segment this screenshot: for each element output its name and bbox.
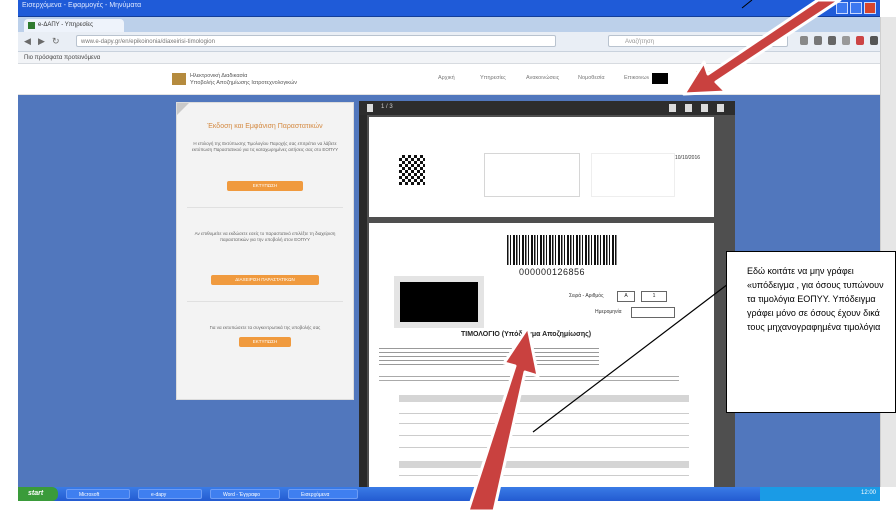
taskbar-item[interactable]: Word - Έγγραφο [210, 489, 280, 499]
pdf-page-1: 10/10/2016 [369, 117, 714, 217]
pdf-page-2: 000000126856 Σειρά - Αριθμός Α 1 Ημερομη… [369, 223, 714, 487]
card-text-2: Αν επιθυμείτε να εκδώσετε εσείς το παρασ… [194, 231, 336, 242]
nav-item-legislation[interactable]: Νομοθεσία [578, 75, 605, 81]
recipient-block [379, 373, 679, 383]
minimize-button[interactable] [836, 2, 848, 14]
table-row [399, 435, 689, 436]
sidebar-toggle-icon[interactable] [367, 104, 373, 112]
bookmark-star-icon[interactable] [800, 36, 808, 45]
home-icon[interactable] [828, 36, 836, 45]
barcode-number: 000000126856 [519, 267, 586, 277]
taskbar: start Microsoft e-dapy Word - Έγγραφο Ει… [18, 487, 880, 501]
taskbar-item[interactable]: Microsoft [66, 489, 130, 499]
callout-text: Εδώ κοιτάτε να μην γράφει «υπόδειγμα , γ… [747, 266, 884, 332]
start-button[interactable]: start [18, 487, 58, 501]
menu-icon[interactable] [870, 36, 878, 45]
redaction-box [394, 276, 484, 328]
browser-toolbar: ◀ ▶ ↻ www.e-dapy.gr/en/epikoinonia/diaxe… [18, 32, 880, 52]
issuer-block [379, 345, 599, 365]
manage-invoices-button[interactable]: ΔΙΑΧΕΙΡΙΣΗ ΠΑΡΑΣΤΑΤΙΚΩΝ [211, 275, 319, 285]
site-logo-icon[interactable] [172, 73, 186, 85]
invoice-actions-card: Έκδοση και Εμφάνιση Παραστατικών Η επιλο… [176, 102, 354, 400]
back-icon[interactable]: ◀ [24, 37, 31, 46]
pdf-download-icon[interactable] [685, 104, 692, 112]
site-header: Ηλεκτρονική Διαδικασία Υποβολής Αποζημίω… [18, 65, 880, 95]
signature-box [591, 153, 675, 197]
table-header [399, 395, 689, 402]
nav-item-contact[interactable]: Επικοινωνία [624, 75, 654, 81]
browser-tab[interactable]: e-ΔΑΠΥ - Υπηρεσίες [24, 19, 124, 32]
number-field: 1 [641, 291, 667, 302]
forward-icon[interactable]: ▶ [38, 37, 45, 46]
table-row [399, 447, 689, 448]
address-bar[interactable]: www.e-dapy.gr/en/epikoinonia/diaxeirisi-… [76, 35, 556, 47]
close-button[interactable] [864, 2, 876, 14]
taskbar-item[interactable]: Εισερχόμενα [288, 489, 358, 499]
series-field: Α [617, 291, 635, 302]
table-row [399, 475, 689, 476]
system-tray: 12:00 [760, 487, 880, 501]
stamp-box [484, 153, 580, 197]
pdf-bookmark-icon[interactable] [701, 104, 708, 112]
date-label: Ημερομηνία [595, 309, 622, 315]
maximize-button[interactable] [850, 2, 862, 14]
card-fold [177, 103, 189, 115]
clock: 12:00 [860, 490, 876, 496]
user-menu-button[interactable] [696, 71, 718, 87]
card-divider [187, 301, 343, 302]
favicon-icon [28, 22, 35, 29]
card-text-1: Η επιλογή της Εκτύπωσης Τιμολογίου Παροχ… [191, 141, 339, 152]
nav-item-services[interactable]: Υπηρεσίες [480, 75, 506, 81]
tab-title: e-ΔΑΠΥ - Υπηρεσίες [38, 22, 93, 28]
pdf-sidebar [359, 115, 367, 487]
table-header [399, 461, 689, 468]
extension-icon[interactable] [842, 36, 850, 45]
nav-item-home[interactable]: Αρχική [438, 75, 455, 81]
card-divider [187, 207, 343, 208]
bookmarks-bar[interactable]: Πιο πρόσφατα προτεινόμενα [18, 52, 880, 64]
barcode [507, 235, 617, 265]
logo-line-1: Ηλεκτρονική Διαδικασία [190, 73, 248, 79]
print-summary-button[interactable]: ΕΚΤΥΠΩΣΗ [239, 337, 291, 347]
card-heading: Έκδοση και Εμφάνιση Παραστατικών [207, 123, 323, 130]
card-text-3: Για να εκτυπώσετε τα συγκεντρωτικά της υ… [209, 325, 321, 330]
page1-date: 10/10/2016 [675, 155, 701, 161]
site-logo-text: Ηλεκτρονική Διαδικασία Υποβολής Αποζημίω… [190, 73, 297, 87]
pdf-page-indicator[interactable]: 1 / 3 [381, 104, 393, 110]
window-titlebar: Εισερχόμενα - Εφαρμογές - Μηνύματα [18, 0, 880, 17]
window-title: Εισερχόμενα - Εφαρμογές - Μηνύματα [22, 2, 142, 9]
redaction-box [649, 70, 671, 87]
search-input[interactable]: Αναζήτηση [608, 35, 788, 47]
document-title: ΤΙΜΟΛΟΓΙΟ (Υπόδειγμα Αποζημίωσης) [461, 331, 592, 338]
series-label: Σειρά - Αριθμός [569, 293, 604, 299]
pdf-toolbar: 1 / 3 [359, 101, 735, 115]
addon-icon[interactable] [856, 36, 864, 45]
pdf-more-icon[interactable] [717, 104, 724, 112]
taskbar-item[interactable]: e-dapy [138, 489, 202, 499]
qr-code-icon [399, 155, 425, 185]
table-row [399, 423, 689, 424]
downloads-icon[interactable] [814, 36, 822, 45]
annotation-callout: Εδώ κοιτάτε να μην γράφει «υπόδειγμα , γ… [726, 251, 896, 413]
logo-line-2: Υποβολής Αποζημίωσης Ιατροτεχνολογικών [190, 80, 298, 86]
date-field [631, 307, 675, 318]
pdf-print-icon[interactable] [669, 104, 676, 112]
nav-item-announcements[interactable]: Ανακοινώσεις [526, 75, 559, 81]
table-row [399, 413, 689, 414]
print-invoice-button[interactable]: ΕΚΤΥΠΩΣΗ [227, 181, 303, 191]
reload-icon[interactable]: ↻ [52, 37, 60, 46]
tab-strip: e-ΔΑΠΥ - Υπηρεσίες [18, 17, 880, 32]
